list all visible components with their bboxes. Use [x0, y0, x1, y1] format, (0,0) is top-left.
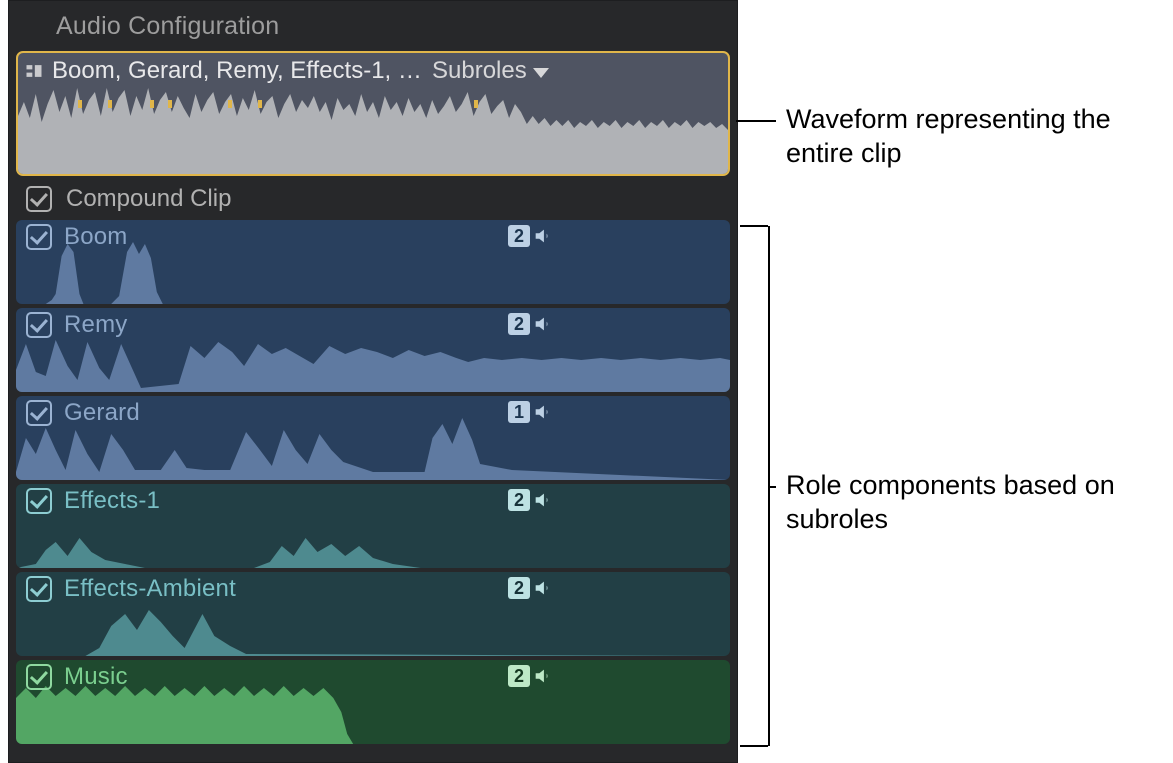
compound-clip-row: Compound Clip [8, 182, 738, 216]
audio-config-panel: Audio Configuration Boom, Gerard, Remy, … [8, 0, 738, 763]
callout-top: Waveform representing the entire clip [786, 102, 1146, 170]
speaker-icon [532, 313, 554, 335]
channel-indicator[interactable]: 2 [508, 577, 554, 599]
channel-count: 2 [508, 665, 530, 687]
view-mode-dropdown[interactable]: Subroles [432, 57, 549, 85]
role-component[interactable]: Effects-1 2 [16, 484, 730, 568]
role-component-list: Boom 2 Remy 2 [16, 220, 730, 744]
component-name: Remy [64, 311, 127, 339]
channel-indicator[interactable]: 2 [508, 225, 554, 247]
callout-bottom: Role components based on subroles [786, 468, 1146, 536]
role-component[interactable]: Effects-Ambient 2 [16, 572, 730, 656]
component-checkbox[interactable] [26, 400, 52, 426]
compound-clip-checkbox[interactable] [26, 186, 52, 212]
component-name: Effects-Ambient [64, 575, 236, 603]
callout-bracket-top [740, 225, 768, 227]
channel-indicator[interactable]: 2 [508, 665, 554, 687]
channel-indicator[interactable]: 2 [508, 489, 554, 511]
speaker-icon [532, 225, 554, 247]
component-name: Gerard [64, 399, 140, 427]
panel-title: Audio Configuration [8, 0, 738, 51]
role-component[interactable]: Boom 2 [16, 220, 730, 304]
speaker-icon [532, 401, 554, 423]
channel-count: 2 [508, 225, 530, 247]
channel-count: 2 [508, 313, 530, 335]
component-checkbox[interactable] [26, 664, 52, 690]
compound-clip-label: Compound Clip [66, 185, 231, 213]
speaker-icon [532, 577, 554, 599]
clip-name: Boom, Gerard, Remy, Effects-1, Effec… [52, 57, 424, 85]
clip-row-selected[interactable]: Boom, Gerard, Remy, Effects-1, Effec… Su… [16, 51, 730, 176]
channel-count: 2 [508, 577, 530, 599]
view-mode-label: Subroles [432, 57, 527, 85]
callout-connector [736, 120, 776, 122]
chevron-down-icon [533, 68, 549, 78]
channel-count: 1 [508, 401, 530, 423]
channel-indicator[interactable]: 1 [508, 401, 554, 423]
component-checkbox[interactable] [26, 312, 52, 338]
speaker-icon [532, 489, 554, 511]
channel-indicator[interactable]: 2 [508, 313, 554, 335]
component-checkbox[interactable] [26, 488, 52, 514]
component-name: Music [64, 663, 128, 691]
callout-bracket-tick [768, 486, 776, 488]
component-checkbox[interactable] [26, 224, 52, 250]
compound-clip-icon [24, 61, 44, 81]
channel-count: 2 [508, 489, 530, 511]
component-name: Boom [64, 223, 128, 251]
role-component[interactable]: Music 2 [16, 660, 730, 744]
role-component[interactable]: Remy 2 [16, 308, 730, 392]
component-checkbox[interactable] [26, 576, 52, 602]
callout-bracket-bottom [740, 745, 768, 747]
clip-waveform [18, 82, 728, 174]
role-component[interactable]: Gerard 1 [16, 396, 730, 480]
speaker-icon [532, 665, 554, 687]
component-name: Effects-1 [64, 487, 160, 515]
